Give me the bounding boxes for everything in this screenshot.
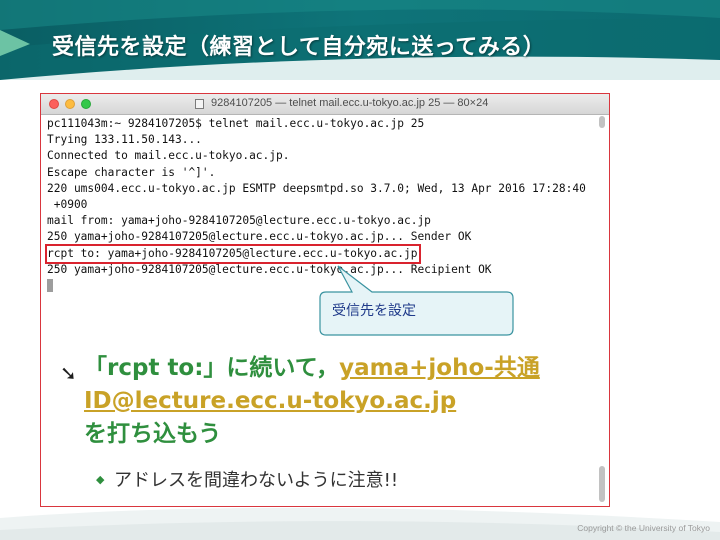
bullet-arrow-icon: ➘ [60,361,77,385]
callout-balloon [319,265,514,336]
main-bullet: 「rcpt to:」に続いて，yama+joho-共通ID@lecture.ec… [84,352,584,451]
copyright-notice: Copyright © the University of Tokyo [577,523,710,533]
bullet-text-suffix: を打ち込もう [84,421,222,447]
bullet-text-prefix: 「rcpt to:」に続いて， [84,355,340,381]
sub-bullet: アドレスを間違わないように注意!! [114,470,399,491]
diamond-bullet-icon: ◆ [96,473,105,486]
slide: 受信先を設定（練習として自分宛に送ってみる） 9284107205 — teln… [0,0,720,540]
callout-text: 受信先を設定 [332,303,416,319]
